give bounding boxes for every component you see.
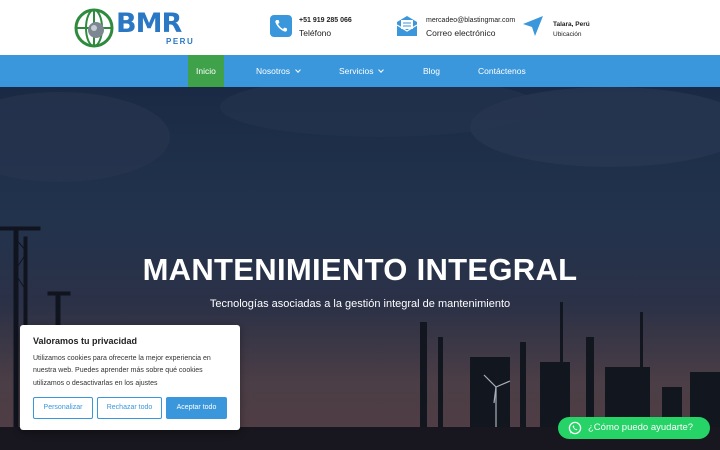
nav-item-label: Servicios (339, 66, 374, 76)
location-arrow-icon (523, 16, 543, 36)
nav-item-servicios[interactable]: Servicios (339, 55, 385, 87)
contact-email[interactable]: mercadeo@blastingmar.com Correo electrón… (395, 15, 525, 41)
whatsapp-icon (568, 421, 582, 435)
contact-phone[interactable]: +51 919 285 066 Teléfono (270, 15, 370, 41)
customize-button[interactable]: Personalizar (33, 397, 93, 419)
cookie-title: Valoramos tu privacidad (33, 336, 138, 346)
nav-item-label: Nosotros (256, 66, 291, 76)
email-label: Correo electrónico (426, 28, 496, 38)
nav-item-label: Inicio (196, 66, 216, 76)
nav-item-blog[interactable]: Blog (423, 55, 440, 87)
location-city: Talara, Perú (553, 21, 590, 28)
whatsapp-label: ¿Cómo puedo ayudarte? (588, 422, 694, 433)
hero-title: MANTENIMIENTO INTEGRAL (142, 252, 578, 287)
chevron-down-icon (295, 67, 301, 73)
logo-subtitle: PERU (166, 37, 195, 46)
mail-icon (396, 16, 418, 36)
contact-location[interactable]: Talara, Perú Ubicación (522, 15, 622, 41)
reject-all-button[interactable]: Rechazar todo (97, 397, 162, 419)
nav-item-label: Contáctenos (478, 66, 526, 76)
whatsapp-chat-button[interactable]: ¿Cómo puedo ayudarte? (558, 417, 710, 439)
site-header: BMR PERU +51 919 285 066 Teléfono mercad… (0, 0, 720, 55)
cookie-consent-banner: Valoramos tu privacidad Utilizamos cooki… (20, 325, 240, 430)
phone-label: Teléfono (299, 28, 332, 38)
nav-item-contactenos[interactable]: Contáctenos (478, 55, 526, 87)
cookie-description: Utilizamos cookies para ofrecerte la mej… (33, 355, 211, 387)
accept-all-button[interactable]: Aceptar todo (166, 397, 227, 419)
globe-logo-icon (74, 8, 114, 48)
nav-item-label: Blog (423, 66, 441, 76)
main-nav: Inicio Nosotros Servicios Blog Contácten… (0, 55, 720, 87)
logo-wordmark: BMR (116, 8, 182, 39)
location-label: Ubicación (553, 31, 582, 38)
phone-icon (270, 15, 292, 37)
phone-number: +51 919 285 066 (299, 17, 352, 24)
nav-item-inicio[interactable]: Inicio (188, 55, 224, 87)
email-address: mercadeo@blastingmar.com (426, 17, 516, 24)
bmr-logo[interactable]: BMR PERU (74, 7, 194, 49)
nav-item-nosotros[interactable]: Nosotros (256, 55, 301, 87)
hero-subtitle: Tecnologías asociadas a la gestión integ… (209, 298, 511, 310)
chevron-down-icon (378, 67, 385, 73)
